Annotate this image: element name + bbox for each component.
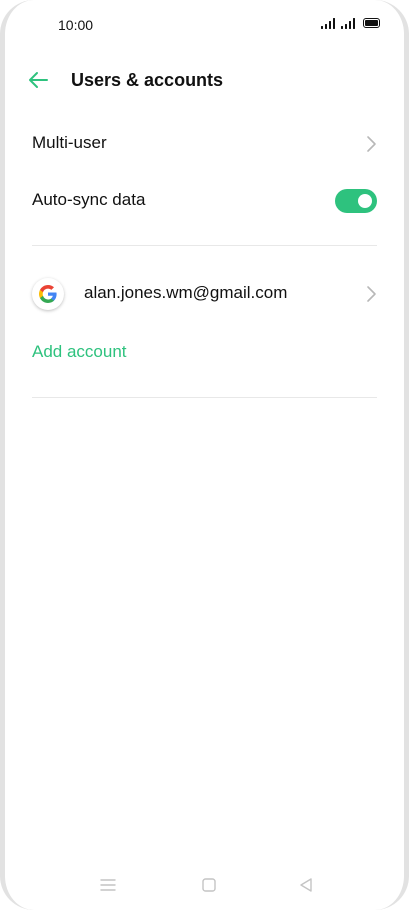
multi-user-label: Multi-user xyxy=(32,133,107,152)
navigation-bar xyxy=(5,860,404,910)
auto-sync-label: Auto-sync data xyxy=(32,190,146,209)
menu-icon xyxy=(100,879,116,891)
status-icons xyxy=(320,17,380,29)
auto-sync-toggle[interactable] xyxy=(335,189,377,213)
account-row[interactable]: alan.jones.wm@gmail.com xyxy=(10,272,399,316)
multi-user-row[interactable]: Multi-user xyxy=(10,124,399,164)
status-time: 10:00 xyxy=(58,17,94,33)
menu-button[interactable] xyxy=(98,876,118,894)
add-account-link[interactable]: Add account xyxy=(32,342,127,362)
signal-icon xyxy=(320,17,335,29)
page-title: Users & accounts xyxy=(71,70,224,90)
header: Users & accounts xyxy=(5,60,404,102)
phone-screen: 10:00 Users & accounts Multi-user Auto-s… xyxy=(0,0,409,910)
back-button[interactable] xyxy=(25,68,53,92)
arrow-left-icon xyxy=(29,72,48,88)
signal-icon xyxy=(340,17,355,29)
divider xyxy=(32,397,377,398)
back-nav-button[interactable] xyxy=(296,876,316,894)
account-email: alan.jones.wm@gmail.com xyxy=(84,283,288,302)
chevron-right-icon xyxy=(367,136,376,152)
back-triangle-icon xyxy=(300,878,312,892)
home-button[interactable] xyxy=(199,876,219,894)
battery-icon xyxy=(363,18,380,28)
home-square-icon xyxy=(202,878,216,892)
google-icon xyxy=(32,278,64,310)
divider xyxy=(32,245,377,246)
auto-sync-row: Auto-sync data xyxy=(10,181,399,221)
chevron-right-icon xyxy=(367,286,376,302)
status-bar: 10:00 xyxy=(5,0,404,48)
toggle-knob xyxy=(358,194,372,208)
